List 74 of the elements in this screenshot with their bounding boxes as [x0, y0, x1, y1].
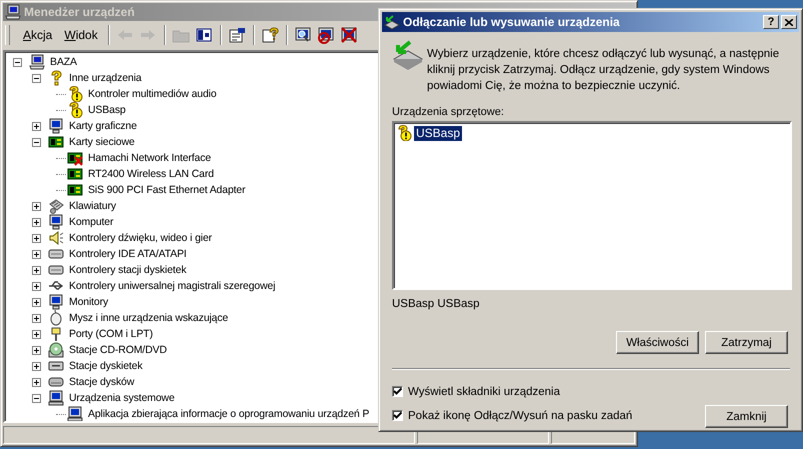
tree-item[interactable]: RT2400 Wireless LAN Card [87, 168, 215, 180]
list-label: Urządzenia sprzętowe: [392, 105, 505, 120]
tree-item[interactable]: Kontrolery IDE ATA/ATAPI [68, 248, 188, 260]
computer-icon [5, 4, 21, 20]
tree-item[interactable]: Kontrolery stacji dyskietek [68, 264, 188, 276]
tree-toggle[interactable] [32, 378, 41, 386]
monitor-icon [48, 214, 64, 230]
tree-item[interactable]: Kontroler multimediów audio [87, 88, 218, 100]
menu-item[interactable]: Akcja [18, 26, 58, 44]
tree-item[interactable]: Klawiatury [68, 200, 117, 212]
close-button[interactable] [781, 15, 797, 29]
warning-question-icon [396, 125, 412, 141]
checkbox-label: Wyświetl składniki urządzenia [408, 386, 560, 398]
tree-item[interactable]: BAZA [49, 56, 78, 68]
tree-toggle[interactable] [32, 394, 41, 402]
tree-item[interactable]: Porty (COM i LPT) [68, 328, 154, 340]
action-button[interactable]: Właściwości [616, 331, 699, 354]
monitor-icon [48, 390, 64, 406]
computer-icon [29, 54, 45, 70]
tree-item[interactable]: Stacje dyskietek [68, 360, 144, 372]
tree-toggle[interactable] [32, 74, 41, 82]
tree-toggle[interactable] [32, 250, 41, 258]
monitor-icon [48, 118, 64, 134]
tree-toggle[interactable] [32, 122, 41, 130]
monitor-icon [48, 294, 64, 310]
monitor-icon [67, 406, 83, 421]
tree-toggle[interactable] [32, 330, 41, 338]
tree-toggle[interactable] [32, 346, 41, 354]
tree-item[interactable]: Mysz i inne urządzenia wskazujące [68, 312, 230, 324]
tree-toggle[interactable] [32, 138, 41, 146]
speaker-icon [48, 230, 64, 246]
tree-item[interactable]: Stacje dysków [68, 376, 136, 388]
tree-toggle[interactable] [32, 218, 41, 226]
tree-item[interactable]: Komputer [68, 216, 114, 228]
tree-toggle[interactable] [32, 282, 41, 290]
window-title: Menedżer urządzeń [24, 5, 135, 19]
tree-toggle[interactable] [13, 58, 22, 66]
action-button[interactable]: Zatrzymaj [705, 331, 788, 354]
tree-item[interactable]: Aplikacja zbierająca informacje o oprogramowaniu urządzeń P [87, 408, 370, 420]
tree-item[interactable]: Stacje CD-ROM/DVD [68, 344, 168, 356]
device-details: USBasp USBasp [392, 297, 481, 312]
tree-toggle[interactable] [32, 362, 41, 370]
disc-icon [48, 342, 64, 358]
tree-item[interactable]: Karty graficzne [68, 120, 138, 132]
instructions-text: Wybierz urządzenie, które chcesz odłączyć lub wysunąć, a następnie kliknij przycisk Zatrzymaj. Odłącz urządzenie, gdy system Windows powiadomi Cię, że można to bezpiecznie uczynić. [427, 47, 780, 94]
checkbox[interactable] [392, 410, 403, 421]
menu-item[interactable]: Widok [59, 26, 103, 44]
tree-toggle[interactable] [32, 298, 41, 306]
help-button[interactable]: ? [763, 15, 779, 29]
mouse-icon [48, 310, 64, 326]
tree-item[interactable]: USBasp [87, 104, 127, 116]
tree-item[interactable]: Monitory [68, 296, 110, 308]
checkbox[interactable] [392, 386, 403, 397]
warning-question-icon [67, 86, 83, 102]
close-button[interactable]: Zamknij [705, 405, 788, 428]
tree-item[interactable]: Kontrolery uniwersalnej magistrali szeregowej [68, 280, 276, 292]
tree-item[interactable]: Inne urządzenia [68, 72, 142, 84]
tree-item[interactable]: Kontrolery dźwięku, wideo i gier [68, 232, 213, 244]
tree-toggle[interactable] [32, 266, 41, 274]
window-title: Odłączanie lub wysuwanie urządzenia [403, 15, 620, 29]
tree-toggle[interactable] [32, 314, 41, 322]
keyboard-icon [48, 198, 64, 214]
tree-item[interactable]: SiS 900 PCI Fast Ethernet Adapter [87, 184, 246, 196]
warning-question-icon [67, 102, 83, 118]
tree-toggle[interactable] [32, 202, 41, 210]
network-card-icon [48, 134, 64, 150]
eject-device-icon [384, 14, 400, 30]
tree-toggle[interactable] [32, 234, 41, 242]
close-icon [785, 18, 793, 26]
tree-item[interactable]: Karty sieciowe [68, 136, 136, 148]
tree-item[interactable]: Urządzenia systemowe [68, 392, 176, 404]
list-item[interactable]: USBasp [414, 126, 462, 140]
eject-device-icon [392, 38, 424, 70]
checkbox-label: Pokaż ikonę Odłącz/Wysuń na pasku zadań [408, 410, 632, 422]
